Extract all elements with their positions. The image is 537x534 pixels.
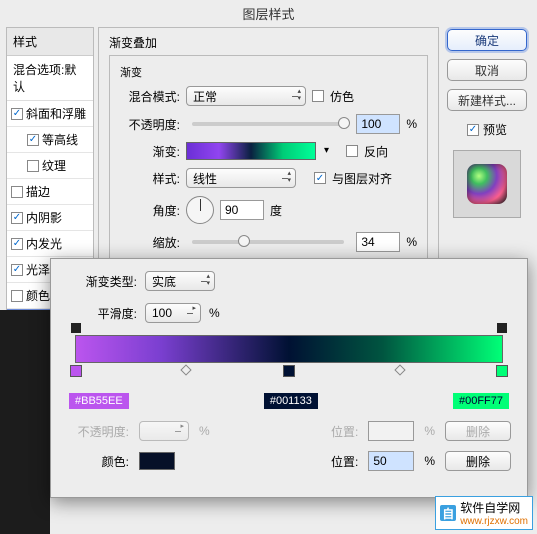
checkbox-icon[interactable] (11, 186, 23, 198)
stop-position-input (368, 421, 414, 441)
preview-label: 预览 (483, 121, 507, 138)
ok-button[interactable]: 确定 (447, 29, 527, 51)
opacity-label: 不透明度: (120, 116, 180, 133)
angle-label: 角度: (120, 202, 180, 219)
angle-dial[interactable] (186, 196, 214, 224)
stop-position-label: 位置: (296, 423, 358, 440)
gradient-swatch[interactable] (186, 142, 316, 160)
preview-checkbox[interactable] (467, 124, 479, 136)
smoothness-label: 平滑度: (67, 305, 137, 322)
dither-checkbox[interactable] (312, 90, 324, 102)
new-style-button[interactable]: 新建样式... (447, 89, 527, 111)
style-inner-shadow[interactable]: 内阴影 (7, 205, 93, 231)
hex-label-1: #BB55EE (69, 393, 129, 409)
gradient-editor: 渐变类型: 实底▴▾ 平滑度: 100▸ % #BB55EE #001133 #… (50, 258, 528, 498)
stop-color-swatch[interactable] (139, 452, 175, 470)
scale-slider[interactable] (192, 240, 344, 244)
reverse-label: 反向 (364, 143, 388, 160)
opacity-stop-right[interactable] (497, 323, 507, 333)
style-inner-glow[interactable]: 内发光 (7, 231, 93, 257)
gradient-type-label: 渐变类型: (67, 273, 137, 290)
midpoint-icon[interactable] (394, 364, 405, 375)
cancel-button[interactable]: 取消 (447, 59, 527, 81)
align-checkbox[interactable] (314, 172, 326, 184)
reverse-checkbox[interactable] (346, 145, 358, 157)
color-stop-mid[interactable] (283, 365, 295, 377)
angle-input[interactable] (220, 200, 264, 220)
stop-position2-input[interactable] (368, 451, 414, 471)
gradient-bar[interactable] (75, 335, 503, 363)
opacity-input[interactable] (356, 114, 400, 134)
checkbox-icon[interactable] (27, 160, 39, 172)
blend-mode-select[interactable]: 正常▴▾ (186, 86, 306, 106)
gradient-style-select[interactable]: 线性▴▾ (186, 168, 296, 188)
checkbox-icon[interactable] (11, 238, 23, 250)
style-stroke[interactable]: 描边 (7, 179, 93, 205)
checkbox-icon[interactable] (27, 134, 39, 146)
blend-options-default[interactable]: 混合选项:默认 (7, 56, 93, 101)
scale-label: 缩放: (120, 234, 180, 251)
gradient-type-select[interactable]: 实底▴▾ (145, 271, 215, 291)
style-texture[interactable]: 纹理 (7, 153, 93, 179)
opacity-slider[interactable] (192, 122, 344, 126)
align-label: 与图层对齐 (332, 170, 392, 187)
checkbox-icon[interactable] (11, 212, 23, 224)
stop-opacity-input: ▸ (139, 421, 189, 441)
checkbox-icon[interactable] (11, 264, 23, 276)
preview-box (453, 150, 521, 218)
blend-mode-label: 混合模式: (120, 88, 180, 105)
checkbox-icon[interactable] (11, 290, 23, 302)
style-bevel[interactable]: 斜面和浮雕 (7, 101, 93, 127)
stop-opacity-label: 不透明度: (67, 423, 129, 440)
gradient-label: 渐变: (120, 143, 180, 160)
color-stop-right[interactable] (496, 365, 508, 377)
group-label: 渐变 (120, 64, 417, 80)
hex-label-3: #00FF77 (453, 393, 509, 409)
dialog-title: 图层样式 (0, 0, 537, 27)
style-label: 样式: (120, 170, 180, 187)
smoothness-input[interactable]: 100▸ (145, 303, 201, 323)
delete-opacity-stop-button: 删除 (445, 421, 511, 441)
midpoint-icon[interactable] (180, 364, 191, 375)
dither-label: 仿色 (330, 88, 354, 105)
stop-position2-label: 位置: (296, 453, 358, 470)
watermark-icon: 自 (440, 505, 456, 521)
hex-label-2: #001133 (264, 393, 318, 409)
style-contour[interactable]: 等高线 (7, 127, 93, 153)
color-stop-left[interactable] (70, 365, 82, 377)
stop-color-label: 颜色: (67, 453, 129, 470)
delete-color-stop-button[interactable]: 删除 (445, 451, 511, 471)
styles-header: 样式 (7, 28, 93, 56)
scale-input[interactable] (356, 232, 400, 252)
preview-icon (467, 164, 507, 204)
checkbox-icon[interactable] (11, 108, 23, 120)
section-title: 渐变叠加 (109, 34, 428, 51)
opacity-stop-left[interactable] (71, 323, 81, 333)
watermark: 自 软件自学网 www.rjzxw.com (435, 496, 533, 530)
